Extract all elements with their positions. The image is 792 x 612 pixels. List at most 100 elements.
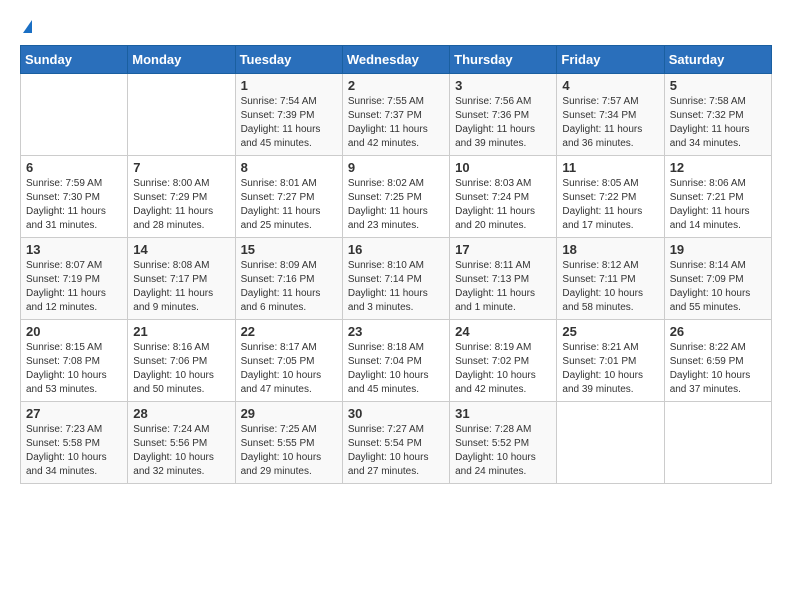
day-info: Sunrise: 7:56 AM Sunset: 7:36 PM Dayligh… — [455, 95, 551, 151]
calendar-cell: 23Sunrise: 8:18 AM Sunset: 7:04 PM Dayli… — [342, 320, 449, 402]
header-wednesday: Wednesday — [342, 46, 449, 74]
calendar-cell: 14Sunrise: 8:08 AM Sunset: 7:17 PM Dayli… — [128, 238, 235, 320]
day-number: 5 — [670, 78, 766, 93]
calendar-cell: 13 Sunrise: 8:07 AM Sunset: 7:19 PM Dayli… — [21, 238, 128, 320]
header-monday: Monday — [128, 46, 235, 74]
day-number: 4 — [562, 78, 658, 93]
calendar-cell: 2 Sunrise: 7:55 AM Sunset: 7:37 PM Daylig… — [342, 74, 449, 156]
page-header — [20, 20, 772, 35]
calendar-cell — [664, 402, 771, 484]
calendar-cell: 28 Sunrise: 7:24 AM Sunset: 5:56 PM Dayli… — [128, 402, 235, 484]
calendar-table: SundayMondayTuesdayWednesdayThursdayFrid… — [20, 45, 772, 484]
day-info: Sunrise: 8:16 AM Sunset: 7:06 PM Dayligh… — [133, 341, 229, 397]
day-number: 7 — [133, 160, 229, 175]
day-number: 2 — [348, 78, 444, 93]
day-info: Sunrise: 7:54 AM Sunset: 7:39 PM Dayligh… — [241, 95, 337, 151]
day-info: Sunrise: 7:59 AM Sunset: 7:30 PM Dayligh… — [26, 177, 122, 233]
calendar-cell: 16Sunrise: 8:10 AM Sunset: 7:14 PM Dayli… — [342, 238, 449, 320]
calendar-cell: 6 Sunrise: 7:59 AM Sunset: 7:30 PM Daylig… — [21, 156, 128, 238]
day-number: 25 — [562, 324, 658, 339]
day-info: Sunrise: 8:03 AM Sunset: 7:24 PM Dayligh… — [455, 177, 551, 233]
calendar-cell: 8Sunrise: 8:01 AM Sunset: 7:27 PM Daylig… — [235, 156, 342, 238]
calendar-cell: 22Sunrise: 8:17 AM Sunset: 7:05 PM Dayli… — [235, 320, 342, 402]
calendar-cell: 3 Sunrise: 7:56 AM Sunset: 7:36 PM Daylig… — [450, 74, 557, 156]
day-info: Sunrise: 8:06 AM Sunset: 7:21 PM Dayligh… — [670, 177, 766, 233]
calendar-cell: 26 Sunrise: 8:22 AM Sunset: 6:59 PM Dayli… — [664, 320, 771, 402]
day-number: 8 — [241, 160, 337, 175]
day-number: 1 — [241, 78, 337, 93]
calendar-cell: 5 Sunrise: 7:58 AM Sunset: 7:32 PM Daylig… — [664, 74, 771, 156]
calendar-cell: 7Sunrise: 8:00 AM Sunset: 7:29 PM Daylig… — [128, 156, 235, 238]
day-number: 31 — [455, 406, 551, 421]
day-info: Sunrise: 8:02 AM Sunset: 7:25 PM Dayligh… — [348, 177, 444, 233]
day-info: Sunrise: 8:09 AM Sunset: 7:16 PM Dayligh… — [241, 259, 337, 315]
day-info: Sunrise: 8:17 AM Sunset: 7:05 PM Dayligh… — [241, 341, 337, 397]
day-number: 3 — [455, 78, 551, 93]
calendar-cell: 30 Sunrise: 7:27 AM Sunset: 5:54 PM Dayli… — [342, 402, 449, 484]
day-info: Sunrise: 8:12 AM Sunset: 7:11 PM Dayligh… — [562, 259, 658, 315]
day-info: Sunrise: 7:25 AM Sunset: 5:55 PM Dayligh… — [241, 423, 337, 479]
calendar-cell: 9 Sunrise: 8:02 AM Sunset: 7:25 PM Daylig… — [342, 156, 449, 238]
calendar-cell: 11 Sunrise: 8:05 AM Sunset: 7:22 PM Dayli… — [557, 156, 664, 238]
logo-triangle-icon — [23, 20, 32, 33]
day-number: 24 — [455, 324, 551, 339]
calendar-header-row: SundayMondayTuesdayWednesdayThursdayFrid… — [21, 46, 772, 74]
day-info: Sunrise: 8:21 AM Sunset: 7:01 PM Dayligh… — [562, 341, 658, 397]
day-number: 6 — [26, 160, 122, 175]
calendar-cell: 25 Sunrise: 8:21 AM Sunset: 7:01 PM Dayli… — [557, 320, 664, 402]
day-number: 27 — [26, 406, 122, 421]
day-number: 21 — [133, 324, 229, 339]
day-info: Sunrise: 8:14 AM Sunset: 7:09 PM Dayligh… — [670, 259, 766, 315]
day-number: 29 — [241, 406, 337, 421]
calendar-week-row: 20 Sunrise: 8:15 AM Sunset: 7:08 PM Dayli… — [21, 320, 772, 402]
logo — [20, 20, 32, 35]
calendar-cell — [557, 402, 664, 484]
calendar-week-row: 1 Sunrise: 7:54 AM Sunset: 7:39 PM Daylig… — [21, 74, 772, 156]
calendar-week-row: 6 Sunrise: 7:59 AM Sunset: 7:30 PM Daylig… — [21, 156, 772, 238]
calendar-cell: 20 Sunrise: 8:15 AM Sunset: 7:08 PM Dayli… — [21, 320, 128, 402]
day-info: Sunrise: 8:15 AM Sunset: 7:08 PM Dayligh… — [26, 341, 122, 397]
day-info: Sunrise: 7:28 AM Sunset: 5:52 PM Dayligh… — [455, 423, 551, 479]
day-info: Sunrise: 8:07 AM Sunset: 7:19 PM Dayligh… — [26, 259, 122, 315]
calendar-week-row: 27 Sunrise: 7:23 AM Sunset: 5:58 PM Dayli… — [21, 402, 772, 484]
calendar-cell: 4Sunrise: 7:57 AM Sunset: 7:34 PM Daylig… — [557, 74, 664, 156]
day-number: 19 — [670, 242, 766, 257]
day-info: Sunrise: 8:19 AM Sunset: 7:02 PM Dayligh… — [455, 341, 551, 397]
day-number: 12 — [670, 160, 766, 175]
header-saturday: Saturday — [664, 46, 771, 74]
calendar-cell: 18Sunrise: 8:12 AM Sunset: 7:11 PM Dayli… — [557, 238, 664, 320]
calendar-cell: 15 Sunrise: 8:09 AM Sunset: 7:16 PM Dayli… — [235, 238, 342, 320]
calendar-cell: 27 Sunrise: 7:23 AM Sunset: 5:58 PM Dayli… — [21, 402, 128, 484]
calendar-cell: 24 Sunrise: 8:19 AM Sunset: 7:02 PM Dayli… — [450, 320, 557, 402]
day-number: 20 — [26, 324, 122, 339]
day-number: 11 — [562, 160, 658, 175]
header-thursday: Thursday — [450, 46, 557, 74]
calendar-cell: 1 Sunrise: 7:54 AM Sunset: 7:39 PM Daylig… — [235, 74, 342, 156]
day-number: 28 — [133, 406, 229, 421]
day-info: Sunrise: 7:24 AM Sunset: 5:56 PM Dayligh… — [133, 423, 229, 479]
day-info: Sunrise: 7:58 AM Sunset: 7:32 PM Dayligh… — [670, 95, 766, 151]
calendar-cell: 19 Sunrise: 8:14 AM Sunset: 7:09 PM Dayli… — [664, 238, 771, 320]
header-friday: Friday — [557, 46, 664, 74]
day-number: 13 — [26, 242, 122, 257]
day-info: Sunrise: 8:05 AM Sunset: 7:22 PM Dayligh… — [562, 177, 658, 233]
day-number: 15 — [241, 242, 337, 257]
calendar-week-row: 13 Sunrise: 8:07 AM Sunset: 7:19 PM Dayli… — [21, 238, 772, 320]
day-info: Sunrise: 8:22 AM Sunset: 6:59 PM Dayligh… — [670, 341, 766, 397]
day-info: Sunrise: 7:27 AM Sunset: 5:54 PM Dayligh… — [348, 423, 444, 479]
day-number: 30 — [348, 406, 444, 421]
header-sunday: Sunday — [21, 46, 128, 74]
day-info: Sunrise: 8:11 AM Sunset: 7:13 PM Dayligh… — [455, 259, 551, 315]
day-info: Sunrise: 7:55 AM Sunset: 7:37 PM Dayligh… — [348, 95, 444, 151]
day-number: 26 — [670, 324, 766, 339]
day-info: Sunrise: 7:23 AM Sunset: 5:58 PM Dayligh… — [26, 423, 122, 479]
day-info: Sunrise: 8:08 AM Sunset: 7:17 PM Dayligh… — [133, 259, 229, 315]
calendar-cell: 29 Sunrise: 7:25 AM Sunset: 5:55 PM Dayli… — [235, 402, 342, 484]
calendar-cell — [21, 74, 128, 156]
calendar-cell: 17Sunrise: 8:11 AM Sunset: 7:13 PM Dayli… — [450, 238, 557, 320]
calendar-cell — [128, 74, 235, 156]
day-number: 9 — [348, 160, 444, 175]
calendar-cell: 12 Sunrise: 8:06 AM Sunset: 7:21 PM Dayli… — [664, 156, 771, 238]
day-info: Sunrise: 8:18 AM Sunset: 7:04 PM Dayligh… — [348, 341, 444, 397]
calendar-cell: 10Sunrise: 8:03 AM Sunset: 7:24 PM Dayli… — [450, 156, 557, 238]
